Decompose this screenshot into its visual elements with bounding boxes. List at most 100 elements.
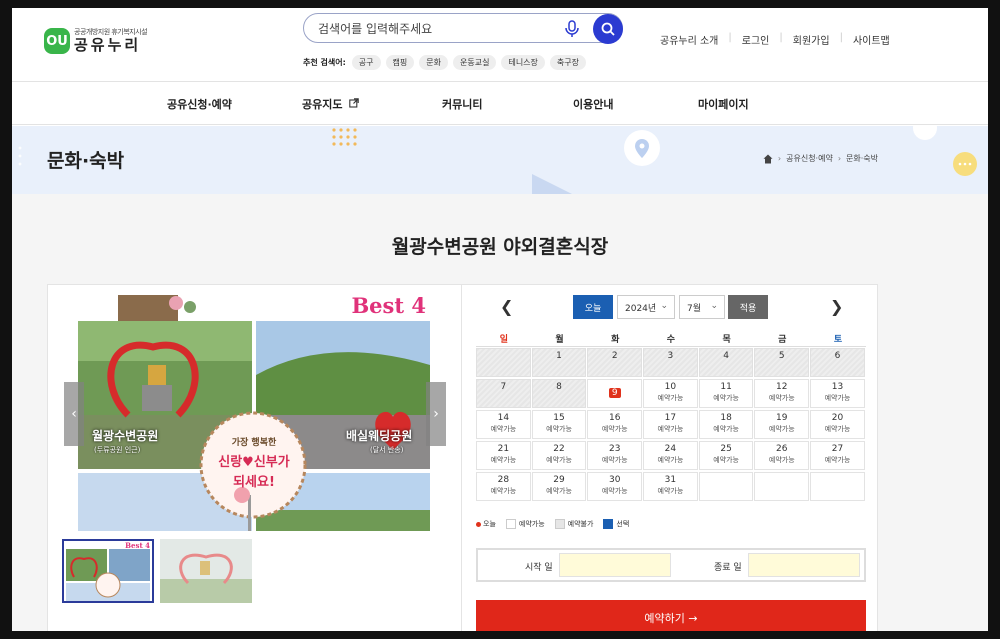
- today-dot-icon: [476, 521, 481, 527]
- year-select[interactable]: 2024년 ⌄: [617, 295, 675, 319]
- calendar-day[interactable]: 14 예약가능: [476, 410, 531, 439]
- nav-item-guide[interactable]: 이용안내: [573, 96, 613, 112]
- calendar-day[interactable]: 15 예약가능: [531, 410, 587, 439]
- calendar-day[interactable]: 17 예약가능: [643, 410, 698, 439]
- calendar-day[interactable]: 23 예약가능: [587, 441, 643, 470]
- calendar-day[interactable]: 20 예약가능: [810, 410, 865, 439]
- calendar-day[interactable]: 13 예약가능: [810, 379, 865, 408]
- today-button[interactable]: 오늘: [573, 295, 613, 319]
- calendar-weeks: 1 2 3 4 5 6 7 8 9 10 예약가능 11 예약가능 12 예약가능 13 예약가능 14 예약가능 1…: [476, 348, 866, 502]
- day-status: 예약가능: [768, 425, 795, 433]
- day-number: 12: [776, 382, 788, 392]
- gallery-next-button[interactable]: ›: [426, 382, 446, 446]
- chevron-down-icon: ⌄: [710, 301, 718, 311]
- logo-mark-icon: OU: [44, 28, 70, 54]
- calendar-day[interactable]: 21 예약가능: [476, 441, 531, 470]
- calendar-day[interactable]: 16 예약가능: [587, 410, 643, 439]
- day-number: 20: [831, 413, 844, 423]
- day-status: 예약가능: [657, 456, 684, 464]
- day-number: 23: [608, 444, 621, 454]
- calendar-day[interactable]: 28 예약가능: [476, 472, 531, 501]
- thumbnail-1[interactable]: Best 4: [62, 539, 154, 603]
- caption-right-sub: (달서 반송): [370, 446, 404, 454]
- util-link-sitemap[interactable]: 사이트맵: [843, 32, 900, 47]
- site-logo[interactable]: OU 공공개방지원 휴기복지시설 공유누리: [44, 28, 148, 54]
- calendar-day[interactable]: 29 예약가능: [531, 472, 587, 501]
- util-link-signup[interactable]: 회원가입: [783, 32, 840, 47]
- keyword-tag[interactable]: 축구장: [549, 55, 586, 70]
- day-status: 예약가능: [490, 487, 517, 495]
- logo-title: 공유누리: [74, 36, 142, 54]
- wedding-park-photo: [78, 295, 430, 531]
- util-link-login[interactable]: 로그인: [732, 32, 780, 47]
- home-icon[interactable]: [763, 154, 773, 164]
- calendar-day[interactable]: 30 예약가능: [587, 472, 643, 501]
- calendar-week: 21 예약가능 22 예약가능 23 예약가능 24 예약가능 25 예약가능 26 예약가능 27 예약…: [476, 441, 866, 471]
- main-image: Best 4 월광수변공원 (두류공원 인근) 배실웨딩공원 (달서 반송) 가…: [78, 295, 430, 531]
- end-date-field[interactable]: [748, 553, 860, 577]
- keyword-tag[interactable]: 운동교실: [453, 55, 497, 70]
- day-number: 16: [608, 413, 621, 423]
- keyword-tag[interactable]: 캠핑: [385, 55, 415, 70]
- search-input[interactable]: [318, 20, 558, 38]
- weekday-sat: 토: [833, 335, 843, 345]
- keyword-tag[interactable]: 공구: [351, 55, 381, 70]
- main-nav: 공유신청·예약 공유지도 커뮤니티 이용안내 마이페이지: [12, 83, 988, 125]
- caption-left-sub: (두류공원 인근): [94, 446, 141, 454]
- weekday-thu: 목: [722, 335, 731, 345]
- calendar-day[interactable]: 26 예약가능: [754, 441, 810, 470]
- legend-swatch: [554, 519, 565, 529]
- calendar-day[interactable]: 27 예약가능: [810, 441, 865, 470]
- day-number: 15: [553, 413, 565, 423]
- day-number: 22: [553, 444, 565, 454]
- weekday-wed: 수: [666, 335, 676, 345]
- calendar-day[interactable]: 24 예약가능: [643, 441, 698, 470]
- weekday-fri: 금: [778, 335, 787, 345]
- legend-label: 선택: [616, 520, 630, 528]
- start-date-label: 시작 일: [525, 563, 553, 573]
- legend-swatch: [505, 519, 516, 529]
- day-status: 예약가능: [713, 425, 739, 433]
- start-date-field[interactable]: [559, 553, 671, 577]
- next-month-icon[interactable]: ❯: [830, 297, 843, 316]
- day-number: 3: [667, 351, 674, 361]
- day-status: 예약가능: [657, 425, 684, 433]
- nav-item-mypage[interactable]: 마이페이지: [698, 96, 749, 112]
- calendar-day[interactable]: 31 예약가능: [643, 472, 698, 501]
- calendar-day[interactable]: 11 예약가능: [698, 379, 754, 408]
- keyword-tag[interactable]: 테니스장: [501, 55, 545, 70]
- thumbnail-2[interactable]: [160, 539, 252, 603]
- util-link-about[interactable]: 공유누리 소개: [650, 32, 728, 47]
- breadcrumb-item[interactable]: 공유신청·예약: [786, 153, 833, 164]
- day-number: 13: [831, 382, 844, 392]
- calendar-day[interactable]: 19 예약가능: [754, 410, 810, 439]
- search-button[interactable]: [593, 14, 623, 44]
- calendar-day[interactable]: 12 예약가능: [754, 379, 810, 408]
- nav-item-community[interactable]: 커뮤니티: [442, 96, 482, 112]
- month-select[interactable]: 7월 ⌄: [679, 295, 725, 319]
- calendar-day[interactable]: 25 예약가능: [698, 441, 754, 470]
- day-status: 예약가능: [768, 456, 795, 464]
- microphone-icon[interactable]: [563, 19, 581, 39]
- reserve-button[interactable]: 예약하기 →: [476, 600, 866, 631]
- thumbnail-badge: Best 4: [125, 541, 150, 550]
- legend-label: 오늘: [483, 520, 496, 528]
- day-number: 11: [720, 382, 732, 392]
- apply-button[interactable]: 적용: [728, 295, 768, 319]
- calendar-day[interactable]: 9: [587, 379, 643, 408]
- day-status: 예약가능: [657, 487, 684, 495]
- breadcrumb-item[interactable]: 문화·숙박: [846, 153, 878, 164]
- day-status: 예약가능: [546, 456, 572, 464]
- browser-frame: OU 공공개방지원 휴기복지시설 공유누리 추천 검색어: 공구: [12, 8, 988, 631]
- calendar-day[interactable]: 18 예약가능: [698, 410, 754, 439]
- thumbnail-image: [64, 541, 152, 601]
- gallery-prev-button[interactable]: ‹: [64, 382, 84, 446]
- calendar-day[interactable]: 22 예약가능: [531, 441, 587, 470]
- legend-available: 예약가능: [505, 519, 545, 529]
- calendar-day[interactable]: 10 예약가능: [643, 379, 698, 408]
- best-badge: Best 4: [351, 295, 426, 318]
- prev-month-icon[interactable]: ❮: [500, 297, 513, 316]
- keyword-tag[interactable]: 문화: [419, 55, 448, 70]
- nav-item-apply[interactable]: 공유신청·예약: [167, 96, 232, 112]
- nav-item-map[interactable]: 공유지도: [302, 96, 360, 112]
